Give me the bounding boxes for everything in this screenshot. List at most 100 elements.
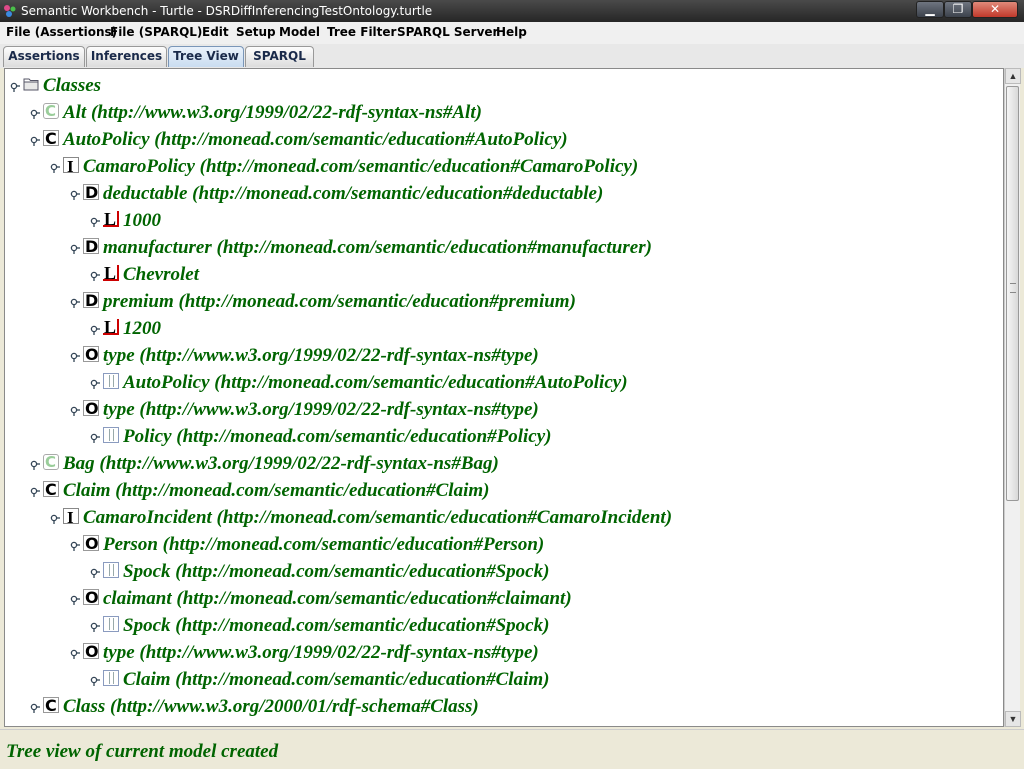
expand-handle-icon[interactable] <box>89 378 100 389</box>
close-icon: ✕ <box>989 2 1001 16</box>
expand-handle-icon[interactable] <box>69 297 80 308</box>
close-button[interactable]: ✕ <box>972 1 1018 18</box>
scroll-thumb[interactable] <box>1006 86 1019 501</box>
menu-sparql-server[interactable]: SPARQL Server <box>397 25 498 39</box>
tree-row[interactable]: Oclaimant (http://monead.com/semantic/ed… <box>5 586 1003 613</box>
expand-handle-icon[interactable] <box>89 432 100 443</box>
status-bar: Tree view of current model created <box>0 729 1024 769</box>
tree-node-label: Person (http://monead.com/semantic/educa… <box>103 534 545 555</box>
tree-row[interactable]: L 1200 <box>5 316 1003 343</box>
tree-node-label: CamaroIncident (http://monead.com/semant… <box>83 507 673 528</box>
individual-icon: I <box>63 508 79 527</box>
tab-sparql[interactable]: SPARQL <box>245 46 314 67</box>
tree-row[interactable]: Ddeductable (http://monead.com/semantic/… <box>5 181 1003 208</box>
tree-row[interactable]: I CamaroPolicy (http://monead.com/semanti… <box>5 154 1003 181</box>
expand-handle-icon[interactable] <box>29 135 40 146</box>
tree-node-label: Alt (http://www.w3.org/1999/02/22-rdf-sy… <box>63 102 482 123</box>
menu-setup[interactable]: Setup <box>236 25 276 39</box>
menu-edit[interactable]: Edit <box>202 25 229 39</box>
tree-row[interactable]: Spock (http://monead.com/semantic/educat… <box>5 613 1003 640</box>
tree-node-label: Chevrolet <box>123 264 199 285</box>
tree-row[interactable]: Classes <box>5 73 1003 100</box>
title-bar: Semantic Workbench - Turtle - DSRDiffInf… <box>0 0 1024 22</box>
expand-handle-icon[interactable] <box>9 81 20 92</box>
expand-handle-icon[interactable] <box>89 270 100 281</box>
expand-handle-icon[interactable] <box>49 513 60 524</box>
tree-row[interactable]: Otype (http://www.w3.org/1999/02/22-rdf-… <box>5 343 1003 370</box>
tree-row[interactable]: C Bag (http://www.w3.org/1999/02/22-rdf-s… <box>5 451 1003 478</box>
scroll-down-button[interactable]: ▼ <box>1005 711 1021 727</box>
expand-handle-icon[interactable] <box>29 486 40 497</box>
tab-assertions[interactable]: Assertions <box>3 46 85 67</box>
tree-row[interactable]: O Person (http://monead.com/semantic/educ… <box>5 532 1003 559</box>
instance-icon <box>103 562 119 578</box>
menu-model[interactable]: Model <box>279 25 320 39</box>
tree-row[interactable]: Dmanufacturer (http://monead.com/semanti… <box>5 235 1003 262</box>
instance-icon <box>103 373 119 389</box>
menu-file-sparql[interactable]: File (SPARQL) <box>110 25 202 39</box>
maximize-button[interactable]: ❐ <box>944 1 972 18</box>
expand-handle-icon[interactable] <box>69 540 80 551</box>
tree-row[interactable]: AutoPolicy (http://monead.com/semantic/e… <box>5 370 1003 397</box>
tree-node-label: 1000 <box>123 210 161 231</box>
expand-handle-icon[interactable] <box>69 594 80 605</box>
tree-node-label: claimant (http://monead.com/semantic/edu… <box>103 588 572 609</box>
tree-node-label: Spock (http://monead.com/semantic/educat… <box>123 561 550 582</box>
tree-node-label: premium (http://monead.com/semantic/educ… <box>103 291 576 312</box>
tab-tree-view[interactable]: Tree View <box>168 46 244 67</box>
tree-row[interactable]: I CamaroIncident (http://monead.com/seman… <box>5 505 1003 532</box>
tree-row[interactable]: Claim (http://monead.com/semantic/educat… <box>5 667 1003 694</box>
scroll-up-button[interactable]: ▲ <box>1005 68 1021 84</box>
tree-node-label: type (http://www.w3.org/1999/02/22-rdf-s… <box>103 399 539 420</box>
tree-node-label: Classes <box>43 75 102 96</box>
minimize-button[interactable]: ▁ <box>916 1 944 18</box>
tree-row[interactable]: Otype (http://www.w3.org/1999/02/22-rdf-… <box>5 640 1003 667</box>
tree-row[interactable]: L Chevrolet <box>5 262 1003 289</box>
expand-handle-icon[interactable] <box>69 405 80 416</box>
expand-handle-icon[interactable] <box>29 108 40 119</box>
expand-handle-icon[interactable] <box>89 567 100 578</box>
tree-row[interactable]: L 1000 <box>5 208 1003 235</box>
object-property-icon: O <box>83 345 99 364</box>
tree-node-label: Spock (http://monead.com/semantic/educat… <box>123 615 550 636</box>
tree-node-label: manufacturer (http://monead.com/semantic… <box>103 237 652 258</box>
expand-handle-icon[interactable] <box>89 621 100 632</box>
grip-icon <box>1010 283 1016 293</box>
tree-row[interactable]: Otype (http://www.w3.org/1999/02/22-rdf-… <box>5 397 1003 424</box>
tree-node-label: Policy (http://monead.com/semantic/educa… <box>123 426 552 447</box>
expand-handle-icon[interactable] <box>69 243 80 254</box>
expand-handle-icon[interactable] <box>69 648 80 659</box>
expand-handle-icon[interactable] <box>69 351 80 362</box>
tab-inferences[interactable]: Inferences <box>86 46 167 67</box>
instance-icon <box>103 616 119 632</box>
tree-row[interactable]: C Claim (http://monead.com/semantic/educa… <box>5 478 1003 505</box>
expand-handle-icon[interactable] <box>29 702 40 713</box>
expand-handle-icon[interactable] <box>49 162 60 173</box>
tree-node-label: Bag (http://www.w3.org/1999/02/22-rdf-sy… <box>63 453 499 474</box>
expand-handle-icon[interactable] <box>69 189 80 200</box>
tree-row[interactable]: C AutoPolicy (http://monead.com/semantic/… <box>5 127 1003 154</box>
expand-handle-icon[interactable] <box>89 324 100 335</box>
datatype-property-icon: D <box>83 291 99 310</box>
minimize-icon: ▁ <box>925 2 935 16</box>
object-property-icon: O <box>83 588 99 607</box>
tree-row[interactable]: C Alt (http://www.w3.org/1999/02/22-rdf-s… <box>5 100 1003 127</box>
vertical-scrollbar[interactable]: ▲ ▼ <box>1004 68 1021 727</box>
literal-icon: L <box>103 263 119 283</box>
object-property-icon: O <box>83 534 99 553</box>
tree-row[interactable]: Spock (http://monead.com/semantic/educat… <box>5 559 1003 586</box>
menu-help[interactable]: Help <box>496 25 527 39</box>
menu-tree-filter[interactable]: Tree Filter <box>327 25 396 39</box>
expand-handle-icon[interactable] <box>29 459 40 470</box>
tab-bar: Assertions Inferences Tree View SPARQL <box>0 44 1024 68</box>
tree-node-label: Claim (http://monead.com/semantic/educat… <box>63 480 490 501</box>
tree-row[interactable]: Policy (http://monead.com/semantic/educa… <box>5 424 1003 451</box>
expand-handle-icon[interactable] <box>89 675 100 686</box>
app-icon <box>4 5 16 17</box>
tree-row[interactable]: Dpremium (http://monead.com/semantic/edu… <box>5 289 1003 316</box>
tree-row[interactable]: C Class (http://www.w3.org/2000/01/rdf-sc… <box>5 694 1003 721</box>
maximize-icon: ❐ <box>952 2 964 16</box>
object-property-icon: O <box>83 399 99 418</box>
expand-handle-icon[interactable] <box>89 216 100 227</box>
menu-file-assertions[interactable]: File (Assertions) <box>6 25 117 39</box>
